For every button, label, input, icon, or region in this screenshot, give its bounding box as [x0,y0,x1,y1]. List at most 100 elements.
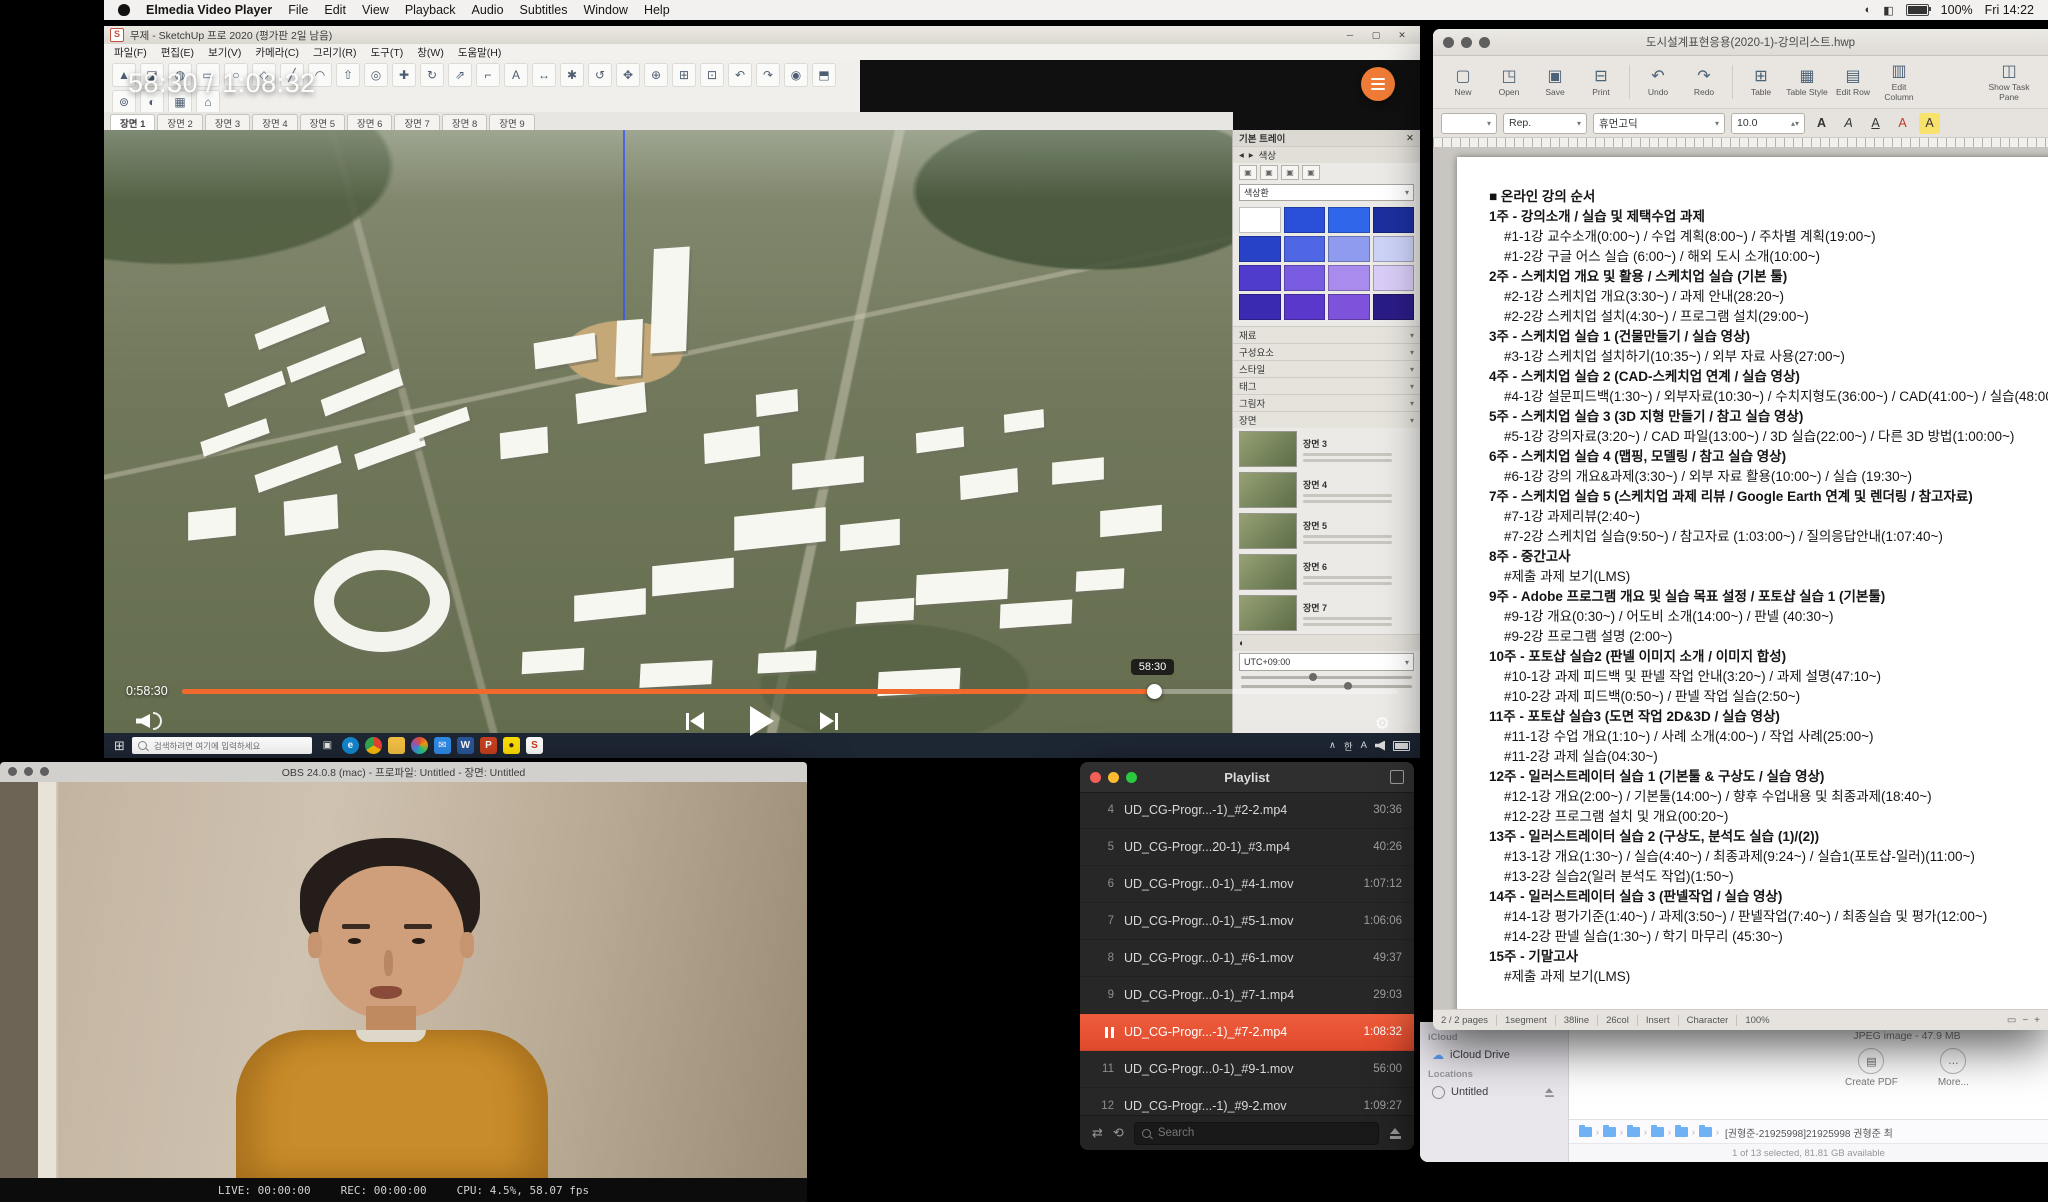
color-swatch[interactable] [1328,294,1370,320]
playlist-row[interactable]: 4UD_CG-Progr...-1)_#2-2.mp430:36 [1080,792,1414,829]
ime-indicator[interactable]: A [1361,740,1367,751]
windows-start-button[interactable]: ⊞ [114,738,125,754]
open-button[interactable]: ◳Open [1487,67,1531,97]
zoom-out-button[interactable]: − [2022,1015,2028,1026]
file-explorer-icon[interactable] [388,737,405,754]
active-app-menu[interactable]: Elmedia Video Player [146,3,272,17]
tray-section[interactable]: 그림자▾ [1233,394,1420,411]
color-swatch[interactable] [1328,265,1370,291]
bold-button[interactable]: A [1811,113,1832,134]
color-swatch[interactable] [1239,294,1281,320]
color-swatch[interactable] [1373,207,1415,233]
position-camera-icon[interactable]: ◉ [784,63,808,87]
path-folder-icon[interactable] [1675,1127,1688,1137]
zoom-extents-icon[interactable]: ⊡ [700,63,724,87]
ime-indicator[interactable]: 한 [1344,739,1353,753]
previous-track-button[interactable] [686,712,704,730]
play-button[interactable] [750,706,774,736]
color-swatch[interactable] [1328,207,1370,233]
edit-row-button[interactable]: ▤Edit Row [1831,67,1875,97]
chevron-up-icon[interactable]: ∧ [1329,740,1336,751]
sketchup-menu-item[interactable]: 보기(V) [208,45,241,60]
tray-section[interactable]: 태그▾ [1233,377,1420,394]
scene-list-item[interactable]: 장면 6 [1239,554,1414,590]
path-item-current[interactable]: [권형준-21925998]21925998 권형준 최 [1725,1125,1893,1140]
sketchup-icon[interactable]: S [526,737,543,754]
sketchup-title-bar[interactable]: S 무제 - SketchUp 프로 2020 (평가판 2일 남음) ─▢✕ [104,26,1420,45]
window-maximize-button[interactable]: ▢ [1364,28,1388,42]
color-swatch[interactable] [1239,207,1281,233]
taskbar-search-input[interactable] [152,740,306,752]
color-swatch[interactable] [1373,265,1415,291]
section-plane-icon[interactable]: ⬒ [812,63,836,87]
kakaotalk-icon[interactable]: ● [503,737,520,754]
playlist-search-box[interactable] [1134,1122,1379,1145]
chevron-right-icon[interactable]: ▸ [1249,150,1254,161]
path-folder-icon[interactable] [1699,1127,1712,1137]
color-swatch[interactable] [1284,236,1326,262]
next-view-icon[interactable]: ↷ [756,63,780,87]
battery-icon[interactable] [1393,741,1410,751]
color-mode-hsb-icon[interactable]: ▣ [1281,165,1299,180]
color-collection-dropdown[interactable]: 색상환 ▾ [1239,184,1414,201]
dimension-icon[interactable]: ↔ [532,63,556,87]
sketchup-menu-item[interactable]: 창(W) [417,45,444,60]
menu-playback[interactable]: Playback [405,3,456,17]
sketchup-menu-item[interactable]: 편집(E) [161,45,194,60]
pan-icon[interactable]: ✥ [616,63,640,87]
color-swatch[interactable] [1284,294,1326,320]
page-view-icon[interactable]: ▭ [2007,1015,2016,1026]
sketchup-menu-item[interactable]: 그리기(R) [313,45,357,60]
menu-subtitles[interactable]: Subtitles [520,3,568,17]
seek-knob[interactable] [1147,684,1162,699]
table-button[interactable]: ⊞Table [1739,67,1783,97]
offset-icon[interactable]: ◎ [364,63,388,87]
sketchup-menu-item[interactable]: 도구(T) [371,45,404,60]
playlist-row[interactable]: 9UD_CG-Progr...0-1)_#7-1.mp429:03 [1080,977,1414,1014]
window-minimize-button[interactable]: ─ [1338,28,1362,42]
detach-playlist-icon[interactable] [1390,770,1404,784]
document-page[interactable]: ■ 온라인 강의 순서1주 - 강의소개 / 실습 및 제택수업 과제#1-1강… [1457,157,2048,1010]
table-style-button[interactable]: ▦Table Style [1785,67,1829,97]
hwp-document-area[interactable]: ■ 온라인 강의 순서1주 - 강의소개 / 실습 및 제택수업 과제#1-1강… [1433,147,2048,1010]
playlist-toggle-button[interactable] [1361,67,1395,101]
seek-bar[interactable]: 58:30 [182,689,1398,694]
obs-webcam-preview[interactable] [0,782,807,1178]
font-size-stepper[interactable]: 10.0▴▾ [1731,113,1805,134]
word-icon[interactable]: W [457,737,474,754]
sidebar-item-icloud-drive[interactable]: ☁ iCloud Drive [1428,1045,1560,1065]
zoom-icon[interactable]: ⊕ [644,63,668,87]
color-swatch[interactable] [1239,265,1281,291]
outline-level-combo[interactable]: ▾ [1441,113,1497,134]
display-brightness-icon[interactable]: ◐ [1865,4,1872,16]
playlist-row[interactable]: 12UD_CG-Progr...-1)_#9-2.mov1:09:27 [1080,1088,1414,1116]
color-swatch[interactable] [1284,265,1326,291]
playlist-row[interactable]: 5UD_CG-Progr...20-1)_#3.mp440:26 [1080,829,1414,866]
tray-section-scenes[interactable]: 장면 ▾ [1233,411,1420,428]
color-mode-grid-icon[interactable]: ▣ [1302,165,1320,180]
playlist-row[interactable]: 7UD_CG-Progr...0-1)_#5-1.mov1:06:06 [1080,903,1414,940]
scene-list-item[interactable]: 장면 5 [1239,513,1414,549]
playlist-search-input[interactable] [1156,1126,1371,1140]
move-icon[interactable]: ✚ [392,63,416,87]
underline-button[interactable]: A [1865,113,1886,134]
apple-menu-icon[interactable] [118,4,130,16]
battery-icon[interactable] [1906,4,1929,16]
playlist-row[interactable]: 6UD_CG-Progr...0-1)_#4-1.mov1:07:12 [1080,866,1414,903]
shadows-panel-header[interactable]: ◐ [1233,634,1420,651]
color-swatch[interactable] [1284,207,1326,233]
menu-bar-clock[interactable]: Fri 14:22 [1985,3,2034,17]
orbit-icon[interactable]: ↺ [588,63,612,87]
save-button[interactable]: ▣Save [1533,67,1577,97]
photos-icon[interactable] [411,737,428,754]
show-task-pane-button[interactable]: ◫Show Task Pane [1978,62,2040,102]
path-folder-icon[interactable] [1627,1127,1640,1137]
scene-list-item[interactable]: 장면 4 [1239,472,1414,508]
zoom-in-button[interactable]: + [2034,1015,2040,1026]
taskbar-search-box[interactable] [132,737,312,754]
tray-section[interactable]: 스타일▾ [1233,360,1420,377]
menu-edit[interactable]: Edit [324,3,346,17]
tray-section[interactable]: 재료▾ [1233,326,1420,343]
tray-close-icon[interactable]: ✕ [1406,133,1414,144]
print-button[interactable]: ⊟Print [1579,67,1623,97]
